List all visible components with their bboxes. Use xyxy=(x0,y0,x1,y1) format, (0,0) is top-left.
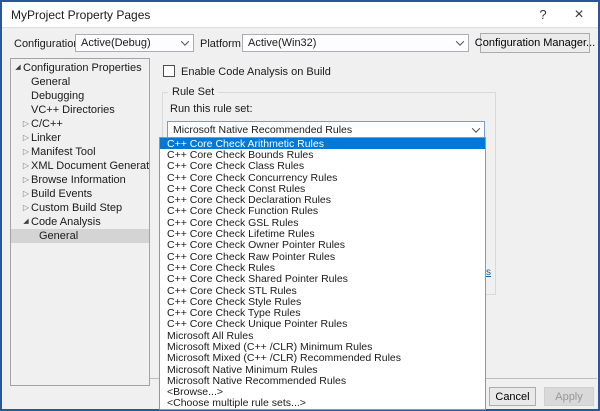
dropdown-item-c-core-check-declaration-rules[interactable]: C++ Core Check Declaration Rules xyxy=(160,194,485,205)
tree-collapsed-icon[interactable]: ▷ xyxy=(21,159,31,173)
tree-item-label: Code Analysis xyxy=(31,216,101,228)
dropdown-item-c-core-check-owner-pointer-rules[interactable]: C++ Core Check Owner Pointer Rules xyxy=(160,240,485,251)
dropdown-item-c-core-check-unique-pointer-rules[interactable]: C++ Core Check Unique Pointer Rules xyxy=(160,319,485,330)
help-button[interactable]: ? xyxy=(528,2,558,27)
tree-item-label: Browse Information xyxy=(31,174,126,186)
tree-expanded-icon[interactable]: ◢ xyxy=(13,61,23,75)
tree-item-label: VC++ Directories xyxy=(31,104,115,116)
tree-item-label: General xyxy=(39,230,78,242)
apply-button-label: Apply xyxy=(555,391,583,403)
rule-set-link-fragment[interactable]: s xyxy=(486,267,491,278)
tree-item-linker[interactable]: ▷Linker xyxy=(11,131,149,145)
tree-item-general[interactable]: General xyxy=(11,229,149,243)
tree-item-xml-document-generator[interactable]: ▷XML Document Generator xyxy=(11,159,149,173)
dropdown-item-c-core-check-stl-rules[interactable]: C++ Core Check STL Rules xyxy=(160,285,485,296)
tree-item-label: Manifest Tool xyxy=(31,146,96,158)
chevron-down-icon xyxy=(181,37,189,45)
cancel-button[interactable]: Cancel xyxy=(489,387,536,406)
help-icon: ? xyxy=(539,7,546,22)
enable-code-analysis-checkbox[interactable] xyxy=(163,65,175,77)
chevron-down-icon xyxy=(472,124,480,132)
tree-item-custom-build-step[interactable]: ▷Custom Build Step xyxy=(11,201,149,215)
configuration-label: Configuration: xyxy=(14,38,83,50)
tree-expanded-icon[interactable]: ◢ xyxy=(21,215,31,229)
dropdown-item-microsoft-mixed-c-clr-recommended-rules[interactable]: Microsoft Mixed (C++ /CLR) Recommended R… xyxy=(160,353,485,364)
rule-set-dropdown-list: C++ Core Check Arithmetic RulesC++ Core … xyxy=(159,137,486,410)
dropdown-item-c-core-check-bounds-rules[interactable]: C++ Core Check Bounds Rules xyxy=(160,149,485,160)
dropdown-item-choose-multiple-rule-sets[interactable]: <Choose multiple rule sets...> xyxy=(160,398,485,409)
tree-item-code-analysis[interactable]: ◢Code Analysis xyxy=(11,215,149,229)
dropdown-item-c-core-check-lifetime-rules[interactable]: C++ Core Check Lifetime Rules xyxy=(160,228,485,239)
rule-set-group-label: Rule Set xyxy=(168,86,218,98)
dropdown-item-browse[interactable]: <Browse...> xyxy=(160,387,485,398)
tree-item-label: XML Document Generator xyxy=(31,160,150,172)
window-title: MyProject Property Pages xyxy=(11,8,150,22)
dropdown-item-c-core-check-style-rules[interactable]: C++ Core Check Style Rules xyxy=(160,296,485,307)
tree-collapsed-icon[interactable]: ▷ xyxy=(21,145,31,159)
tree-item-c-c[interactable]: ▷C/C++ xyxy=(11,117,149,131)
titlebar[interactable]: MyProject Property Pages xyxy=(2,2,598,28)
configuration-value: Active(Debug) xyxy=(81,37,151,49)
tree-item-vc-directories[interactable]: VC++ Directories xyxy=(11,103,149,117)
dropdown-item-microsoft-native-minimum-rules[interactable]: Microsoft Native Minimum Rules xyxy=(160,364,485,375)
platform-select[interactable]: Active(Win32) xyxy=(242,34,469,52)
tree-collapsed-icon[interactable]: ▷ xyxy=(21,173,31,187)
dropdown-item-c-core-check-class-rules[interactable]: C++ Core Check Class Rules xyxy=(160,161,485,172)
configuration-select[interactable]: Active(Debug) xyxy=(75,34,194,52)
apply-button[interactable]: Apply xyxy=(544,387,594,406)
enable-code-analysis-label: Enable Code Analysis on Build xyxy=(181,66,331,78)
tree-item-manifest-tool[interactable]: ▷Manifest Tool xyxy=(11,145,149,159)
dropdown-item-microsoft-all-rules[interactable]: Microsoft All Rules xyxy=(160,330,485,341)
configuration-manager-button[interactable]: Configuration Manager... xyxy=(480,33,590,53)
tree-item-label: Debugging xyxy=(31,90,84,102)
tree-collapsed-icon[interactable]: ▷ xyxy=(21,187,31,201)
tree-collapsed-icon[interactable]: ▷ xyxy=(21,201,31,215)
tree-collapsed-icon[interactable]: ▷ xyxy=(21,117,31,131)
dropdown-item-c-core-check-const-rules[interactable]: C++ Core Check Const Rules xyxy=(160,183,485,194)
dropdown-item-microsoft-mixed-c-clr-minimum-rules[interactable]: Microsoft Mixed (C++ /CLR) Minimum Rules xyxy=(160,341,485,352)
dropdown-item-c-core-check-arithmetic-rules[interactable]: C++ Core Check Arithmetic Rules xyxy=(160,138,485,149)
cancel-button-label: Cancel xyxy=(495,391,529,403)
rule-set-selected-value: Microsoft Native Recommended Rules xyxy=(173,124,352,136)
dropdown-item-c-core-check-type-rules[interactable]: C++ Core Check Type Rules xyxy=(160,307,485,318)
property-pages-dialog: MyProject Property Pages ? × Configurati… xyxy=(0,0,600,411)
tree-item-browse-information[interactable]: ▷Browse Information xyxy=(11,173,149,187)
close-button[interactable]: × xyxy=(564,2,594,27)
platform-label: Platform: xyxy=(200,38,244,50)
chevron-down-icon xyxy=(456,37,464,45)
dropdown-item-c-core-check-function-rules[interactable]: C++ Core Check Function Rules xyxy=(160,206,485,217)
dropdown-item-c-core-check-rules[interactable]: C++ Core Check Rules xyxy=(160,262,485,273)
dropdown-item-c-core-check-shared-pointer-rules[interactable]: C++ Core Check Shared Pointer Rules xyxy=(160,274,485,285)
tree-item-configuration-properties[interactable]: ◢Configuration Properties xyxy=(11,61,149,75)
configuration-manager-label: Configuration Manager... xyxy=(475,37,595,49)
tree-item-label: C/C++ xyxy=(31,118,63,130)
tree-collapsed-icon[interactable]: ▷ xyxy=(21,131,31,145)
close-icon: × xyxy=(574,6,583,24)
config-tree: ◢Configuration PropertiesGeneralDebuggin… xyxy=(10,58,150,386)
tree-item-label: General xyxy=(31,76,70,88)
dropdown-item-c-core-check-raw-pointer-rules[interactable]: C++ Core Check Raw Pointer Rules xyxy=(160,251,485,262)
tree-item-debugging[interactable]: Debugging xyxy=(11,89,149,103)
platform-value: Active(Win32) xyxy=(248,37,316,49)
rule-set-select[interactable]: Microsoft Native Recommended Rules xyxy=(167,121,485,138)
tree-item-build-events[interactable]: ▷Build Events xyxy=(11,187,149,201)
tree-item-label: Linker xyxy=(31,132,61,144)
dropdown-item-microsoft-native-recommended-rules[interactable]: Microsoft Native Recommended Rules xyxy=(160,375,485,386)
dropdown-item-c-core-check-concurrency-rules[interactable]: C++ Core Check Concurrency Rules xyxy=(160,172,485,183)
tree-item-label: Build Events xyxy=(31,188,92,200)
tree-item-general[interactable]: General xyxy=(11,75,149,89)
tree-item-label: Configuration Properties xyxy=(23,62,142,74)
dropdown-item-c-core-check-gsl-rules[interactable]: C++ Core Check GSL Rules xyxy=(160,217,485,228)
tree-item-label: Custom Build Step xyxy=(31,202,122,214)
